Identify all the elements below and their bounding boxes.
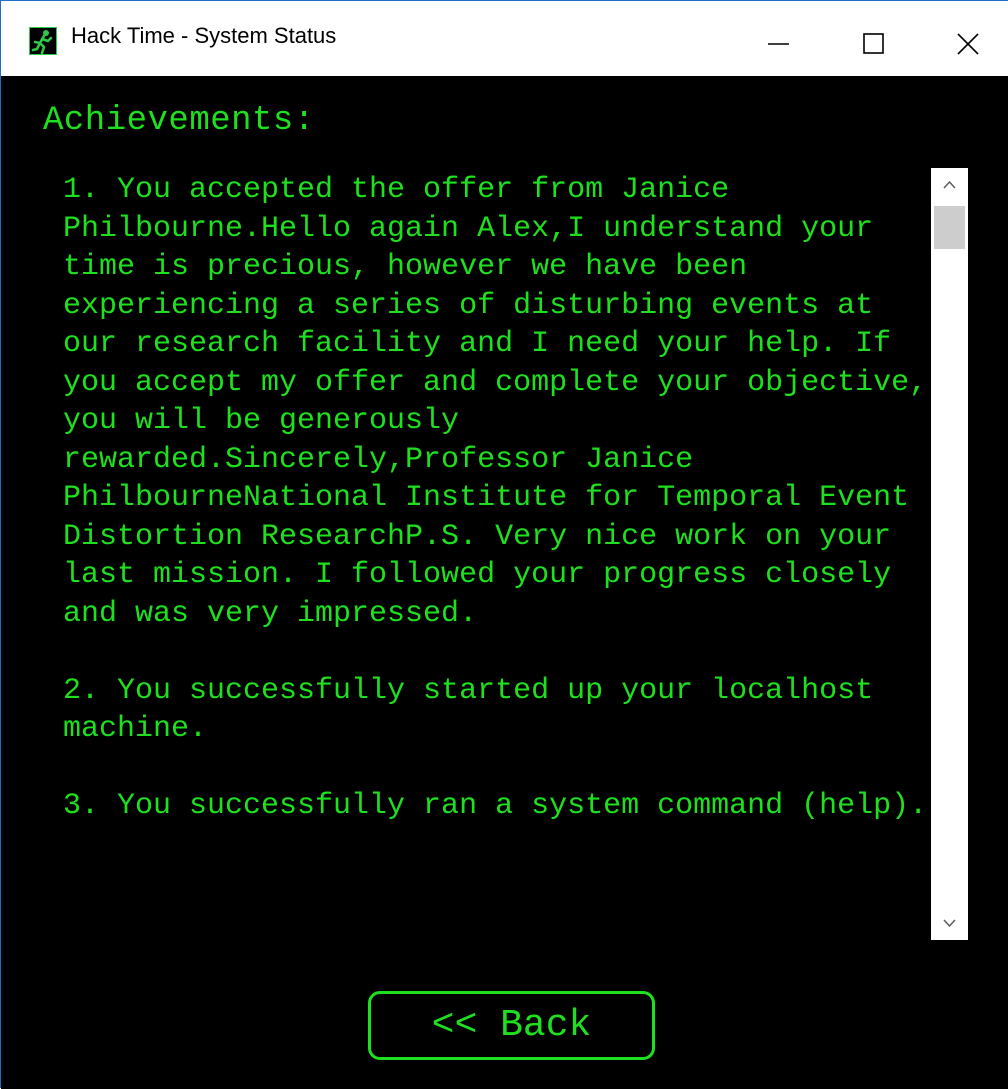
app-window: Hack Time - System Status Achievements: … <box>0 0 1008 1089</box>
achievements-heading: Achievements: <box>43 102 315 140</box>
maximize-button[interactable] <box>826 1 916 76</box>
status-panel: Achievements: 1. You accepted the offer … <box>1 76 1008 1089</box>
back-button[interactable]: << Back <box>368 991 655 1060</box>
minimize-button[interactable] <box>736 1 826 76</box>
window-title: Hack Time - System Status <box>71 23 337 48</box>
scroll-thumb[interactable] <box>934 206 965 249</box>
vertical-scrollbar[interactable] <box>931 168 968 940</box>
scroll-down-button[interactable] <box>931 906 968 940</box>
achievement-item: 1. You accepted the offer from Janice Ph… <box>63 173 928 631</box>
close-icon <box>957 33 979 55</box>
chevron-down-icon <box>943 919 956 928</box>
scroll-up-button[interactable] <box>931 168 968 202</box>
achievements-textbox[interactable]: 1. You accepted the offer from Janice Ph… <box>63 171 931 939</box>
title-bar[interactable]: Hack Time - System Status <box>1 1 1008 76</box>
maximize-icon <box>863 33 884 54</box>
chevron-up-icon <box>943 180 956 189</box>
close-button[interactable] <box>918 1 1008 76</box>
running-man-icon <box>29 27 57 55</box>
achievement-item: 2. You successfully started up your loca… <box>63 673 892 747</box>
achievement-item: 3. You successfully ran a system command… <box>63 789 928 823</box>
minimize-icon <box>768 43 789 45</box>
